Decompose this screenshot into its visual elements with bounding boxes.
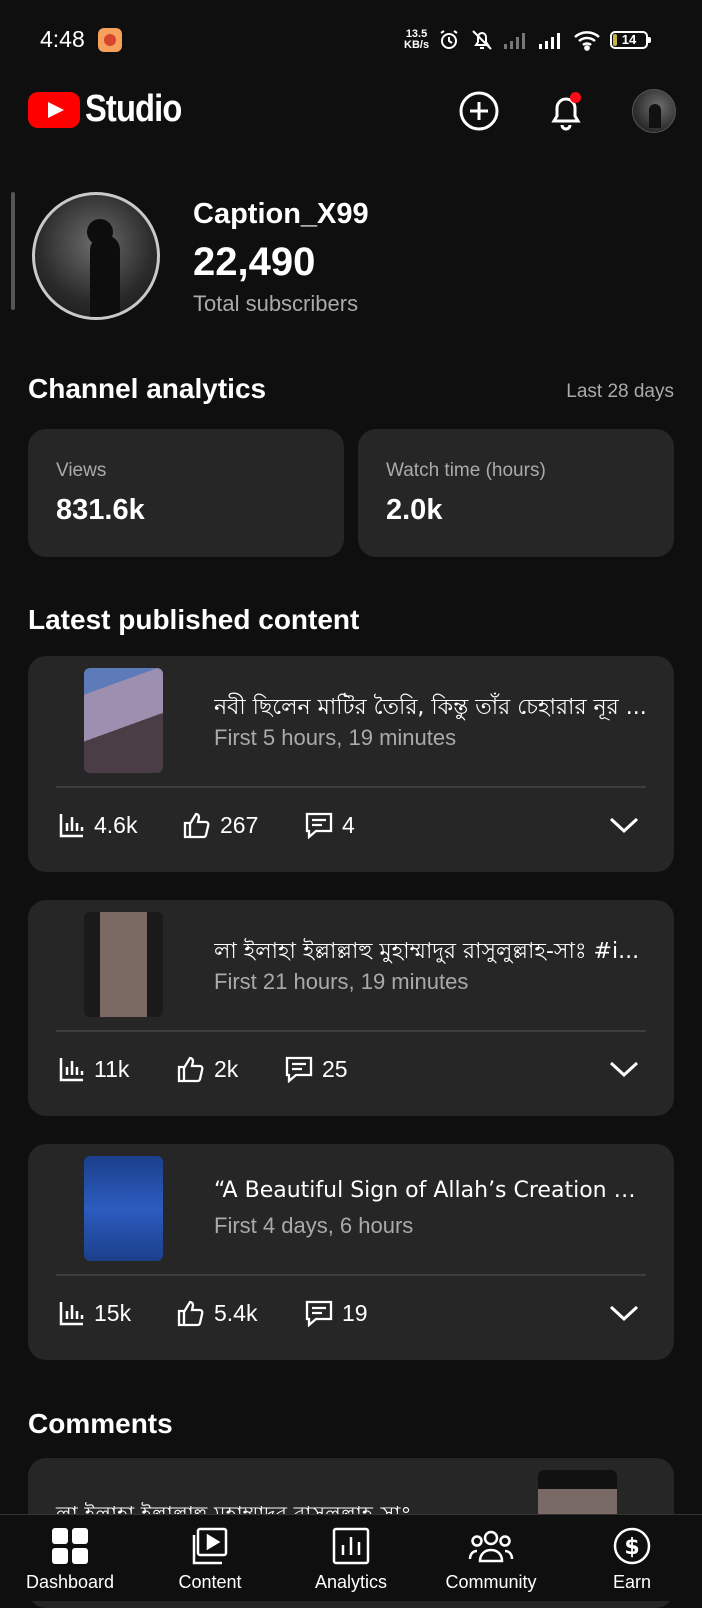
create-icon xyxy=(459,91,499,131)
network-speed-unit: KB/s xyxy=(404,39,430,51)
comments-count: 19 xyxy=(342,1299,368,1326)
comments-metric: 25 xyxy=(284,1055,348,1083)
watch-time-value: 2.0k xyxy=(386,494,443,526)
analytics-icon xyxy=(332,1527,370,1565)
status-time: 4:48 xyxy=(40,26,85,52)
likes-count: 5.4k xyxy=(214,1299,258,1326)
comments-count: 4 xyxy=(342,811,355,838)
analytics-icon xyxy=(59,1058,84,1082)
comment-icon xyxy=(305,812,333,839)
nav-earn[interactable]: $ Earn xyxy=(562,1515,702,1601)
nav-analytics[interactable]: Analytics xyxy=(281,1515,421,1601)
chevron-down-icon[interactable] xyxy=(608,1302,640,1324)
watch-time-card[interactable]: Watch time (hours) 2.0k xyxy=(358,429,674,557)
comment-icon xyxy=(305,1300,333,1327)
subscriber-label: Total subscribers xyxy=(193,291,359,316)
content-card[interactable]: নবী ছিলেন মাটির তৈরি, কিন্তু তাঁর চেহারা… xyxy=(28,656,674,872)
app-notification-icon xyxy=(98,28,122,52)
svg-text:$: $ xyxy=(624,1535,639,1560)
signal-2-icon xyxy=(539,33,560,49)
comments-count: 25 xyxy=(322,1055,348,1082)
video-thumbnail xyxy=(84,912,163,1017)
views-metric: 11k xyxy=(58,1055,129,1083)
nav-community[interactable]: Community xyxy=(421,1515,561,1601)
likes-count: 267 xyxy=(220,811,259,838)
analytics-icon xyxy=(59,1302,84,1326)
wifi-icon xyxy=(574,31,600,51)
chevron-down-icon[interactable] xyxy=(608,1058,640,1080)
views-label: Views xyxy=(56,460,107,481)
video-thumbnail xyxy=(84,668,163,773)
nav-label: Community xyxy=(445,1572,537,1592)
studio-wordmark[interactable]: Studio xyxy=(85,88,182,131)
nav-dashboard[interactable]: Dashboard xyxy=(0,1515,140,1601)
content-icon xyxy=(192,1527,228,1565)
signal-1-icon xyxy=(504,33,525,49)
nav-label: Content xyxy=(178,1572,242,1592)
nav-label: Earn xyxy=(612,1572,652,1592)
subscriber-count: 22,490 xyxy=(193,240,316,284)
video-title: “A Beautiful Sign of Allah’s Creation 🤍.… xyxy=(214,1178,648,1203)
nav-label: Dashboard xyxy=(25,1572,115,1592)
channel-name: Caption_X99 xyxy=(193,198,369,230)
divider xyxy=(56,1030,646,1032)
channel-avatar xyxy=(32,192,160,320)
youtube-logo-icon[interactable] xyxy=(28,92,80,128)
comment-icon xyxy=(285,1056,313,1083)
divider xyxy=(56,786,646,788)
comments-metric: 19 xyxy=(304,1299,368,1327)
notification-dot xyxy=(570,92,581,103)
video-title: নবী ছিলেন মাটির তৈরি, কিন্তু তাঁর চেহারা… xyxy=(214,695,647,720)
mute-icon xyxy=(472,30,492,50)
notifications-button[interactable] xyxy=(543,88,589,134)
thumbs-up-icon xyxy=(177,1300,204,1327)
battery-percent: 14 xyxy=(621,32,637,47)
create-button[interactable] xyxy=(456,88,502,134)
chevron-down-icon[interactable] xyxy=(608,814,640,836)
nav-label: Analytics xyxy=(314,1572,388,1592)
views-count: 11k xyxy=(94,1055,130,1082)
likes-metric: 2k xyxy=(176,1055,238,1083)
views-count: 4.6k xyxy=(94,811,138,838)
video-age: First 5 hours, 19 minutes xyxy=(214,725,457,750)
video-age: First 4 days, 6 hours xyxy=(214,1213,414,1238)
account-avatar[interactable] xyxy=(632,89,676,133)
video-age: First 21 hours, 19 minutes xyxy=(214,969,469,994)
nav-content[interactable]: Content xyxy=(140,1515,280,1601)
content-card[interactable]: লা ইলাহা ইল্লাল্লাহু মুহাম্মাদুর রাসুলুল… xyxy=(28,900,674,1116)
likes-count: 2k xyxy=(214,1055,239,1082)
likes-metric: 267 xyxy=(182,811,258,839)
divider xyxy=(56,1274,646,1276)
video-thumbnail xyxy=(84,1156,163,1261)
watch-time-label: Watch time (hours) xyxy=(386,460,546,481)
network-speed: 13.5 KB/s xyxy=(404,29,429,51)
status-icons: 14 xyxy=(437,26,651,54)
thumbs-up-icon xyxy=(183,812,210,839)
content-card[interactable]: “A Beautiful Sign of Allah’s Creation 🤍.… xyxy=(28,1144,674,1360)
scroll-indicator xyxy=(11,192,15,310)
alarm-icon xyxy=(440,30,458,49)
views-metric: 15k xyxy=(58,1299,131,1327)
dashboard-icon xyxy=(52,1528,88,1564)
earn-icon: $ xyxy=(613,1527,651,1565)
views-metric: 4.6k xyxy=(58,811,137,839)
views-count: 15k xyxy=(94,1299,132,1326)
analytics-title: Channel analytics xyxy=(28,373,267,404)
latest-title: Latest published content xyxy=(28,604,360,635)
video-title: লা ইলাহা ইল্লাল্লাহু মুহাম্মাদুর রাসুলুল… xyxy=(214,939,640,964)
likes-metric: 5.4k xyxy=(176,1299,257,1327)
bottom-navigation: Dashboard Content Analytics Community $ … xyxy=(0,1514,702,1601)
views-value: 831.6k xyxy=(56,494,145,526)
battery-icon: 14 xyxy=(610,31,651,49)
thumbs-up-icon xyxy=(177,1056,204,1083)
community-icon xyxy=(468,1530,514,1563)
views-card[interactable]: Views 831.6k xyxy=(28,429,344,557)
analytics-icon xyxy=(59,814,84,838)
comments-title: Comments xyxy=(28,1408,173,1439)
analytics-period: Last 28 days xyxy=(566,381,674,402)
comments-metric: 4 xyxy=(304,811,355,839)
